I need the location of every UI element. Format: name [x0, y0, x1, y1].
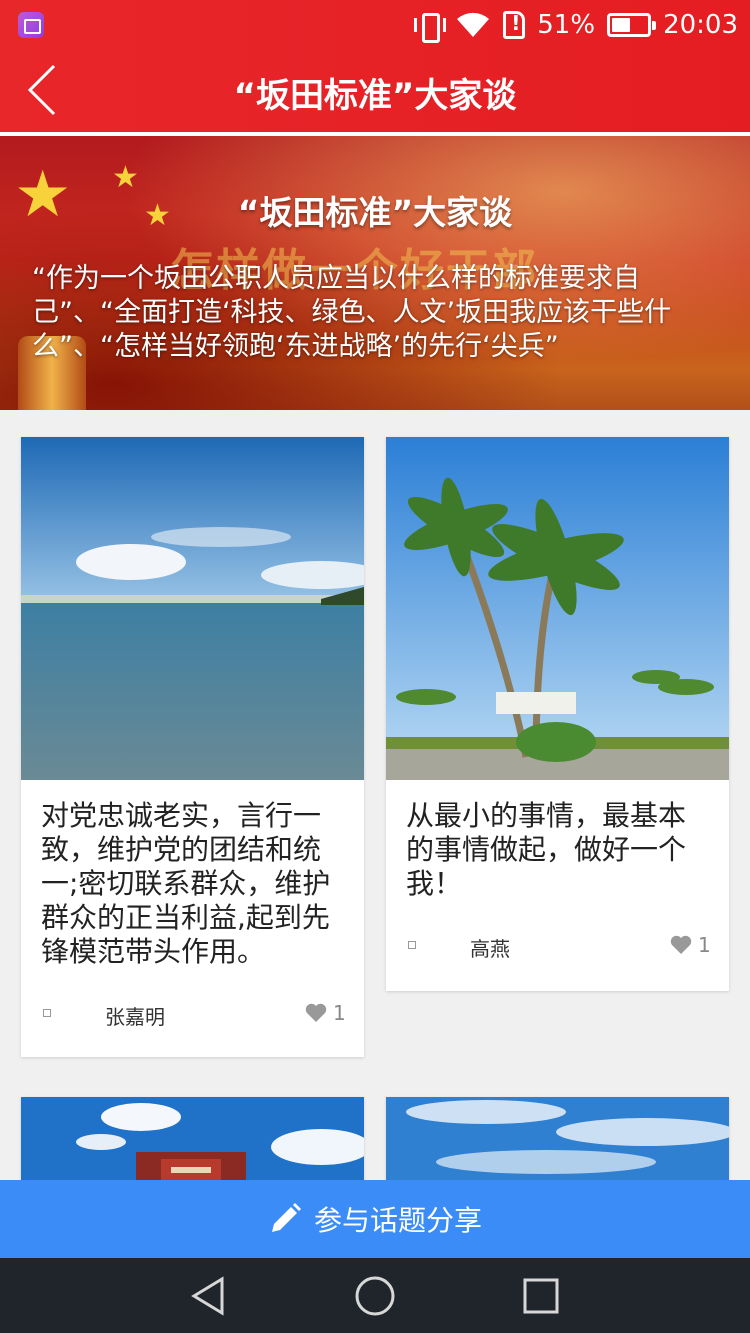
wifi-icon — [455, 11, 491, 39]
post-text: 对党忠诚老实，言行一致，维护党的团结和统一;密切联系群众，维护群众的正当利益,起… — [41, 799, 331, 968]
status-icons: 51% 20:03 — [413, 8, 738, 43]
system-nav-bar — [0, 1258, 750, 1333]
post-card[interactable]: 从最小的事情，最基本的事情做起，做好一个我！ 高燕 1 — [386, 437, 729, 991]
post-meta: 张嘉明 1 — [21, 999, 364, 1031]
battery-icon — [607, 13, 657, 37]
recents-square-icon[interactable] — [520, 1275, 562, 1317]
post-author: 高燕 — [470, 937, 510, 961]
post-image-sea — [21, 437, 364, 780]
share-topic-label: 参与话题分享 — [313, 1204, 482, 1237]
battery-percent: 51% — [537, 10, 596, 40]
banner-description: “作为一个坂田公职人员应当以什么样的标准要求自己”、“全面打造‘科技、绿色、人文… — [32, 263, 672, 362]
post-image-palace — [21, 1097, 364, 1180]
topic-banner: ★ ★ ★ 怎样做一个好干部 “坂田标准”大家谈 “作为一个坂田公职人员应当以什… — [0, 136, 750, 410]
heart-icon[interactable] — [305, 1003, 327, 1023]
post-author: 张嘉明 — [105, 1005, 165, 1029]
app-notification-icon — [18, 12, 44, 38]
post-card[interactable]: 对党忠诚老实，言行一致，维护党的团结和统一;密切联系群众，维护群众的正当利益,起… — [21, 437, 364, 1057]
post-image-sky — [386, 1097, 729, 1180]
post-text: 从最小的事情，最基本的事情做起，做好一个我！ — [406, 799, 687, 900]
post-meta: 高燕 1 — [386, 931, 729, 963]
heart-icon[interactable] — [670, 935, 692, 955]
like-count: 1 — [698, 933, 711, 957]
banner-title: “坂田标准”大家谈 — [237, 193, 513, 232]
clock: 20:03 — [663, 10, 738, 40]
home-circle-icon[interactable] — [354, 1275, 396, 1317]
post-card[interactable] — [386, 1097, 729, 1180]
post-image-palms — [386, 437, 729, 780]
status-bar: 51% 20:03 — [0, 0, 750, 50]
header: “坂田标准”大家谈 — [0, 50, 750, 132]
vibrate-icon — [413, 11, 447, 43]
avatar-icon — [43, 1009, 51, 1017]
post-card[interactable] — [21, 1097, 364, 1180]
pencil-icon — [271, 1203, 301, 1232]
back-triangle-icon[interactable] — [188, 1275, 230, 1317]
sim-alert-icon — [503, 11, 526, 39]
like-count: 1 — [333, 1001, 346, 1025]
avatar-icon — [408, 941, 416, 949]
page-title: “坂田标准”大家谈 — [233, 76, 517, 116]
share-topic-button[interactable]: 参与话题分享 — [0, 1180, 750, 1258]
